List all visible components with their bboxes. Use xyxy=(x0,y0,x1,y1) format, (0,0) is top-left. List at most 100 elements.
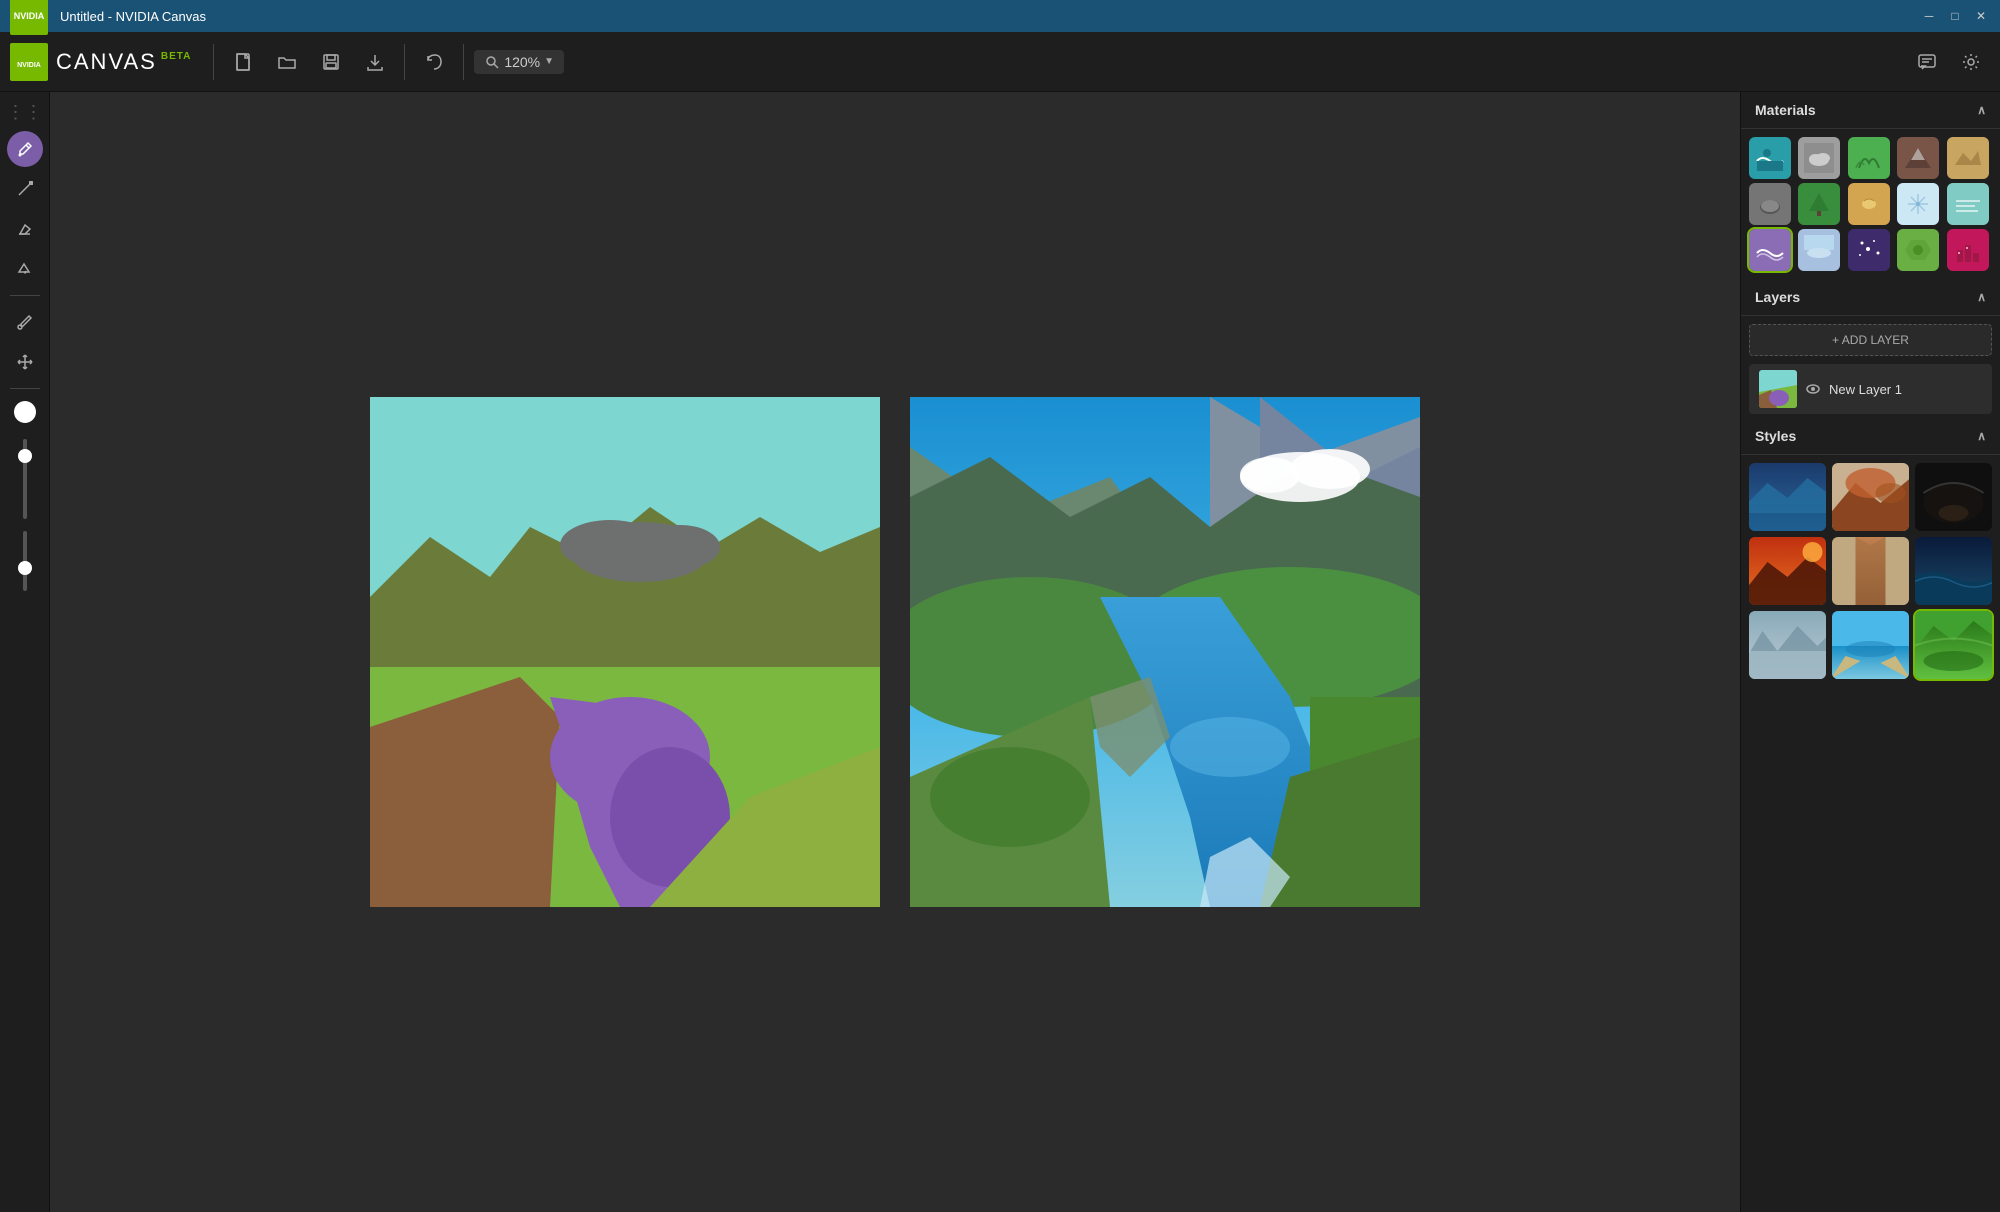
water-material-icon xyxy=(1755,143,1785,173)
style-tropical-bay[interactable] xyxy=(1832,611,1909,679)
size-slider-track[interactable] xyxy=(23,439,27,519)
title-bar: NVIDIA Untitled - NVIDIA Canvas ─ □ ✕ xyxy=(0,0,2000,32)
material-rock[interactable] xyxy=(1749,183,1791,225)
toolbar: NVIDIA CANVAS BETA xyxy=(0,32,2000,92)
canvas-area xyxy=(50,92,1740,1212)
fog-material-icon xyxy=(1953,189,1983,219)
grass-material-icon xyxy=(1854,143,1884,173)
open-button[interactable] xyxy=(268,43,306,81)
pan-tool[interactable] xyxy=(7,344,43,380)
style-mountain-blue[interactable] xyxy=(1749,463,1826,531)
brush-opacity-slider[interactable] xyxy=(23,531,27,591)
app-name: CANVAS xyxy=(56,49,157,75)
layers-chevron[interactable]: ∧ xyxy=(1977,290,1986,304)
layer-visibility-toggle-0[interactable] xyxy=(1805,381,1821,397)
nvidia-logo: NVIDIA xyxy=(10,0,48,35)
photo-canvas[interactable] xyxy=(910,397,1420,907)
styles-header: Styles ∧ xyxy=(1741,418,2000,455)
materials-chevron[interactable]: ∧ xyxy=(1977,103,1986,117)
material-grass[interactable] xyxy=(1848,137,1890,179)
left-sidebar: ⋮⋮ xyxy=(0,92,50,1212)
eraser-tool[interactable] xyxy=(7,211,43,247)
layer-item-0[interactable]: New Layer 1 xyxy=(1749,364,1992,414)
line-tool[interactable] xyxy=(7,171,43,207)
foreground-color[interactable] xyxy=(14,401,36,423)
layers-header: Layers ∧ xyxy=(1741,279,2000,316)
minimize-button[interactable]: ─ xyxy=(1920,7,1938,25)
material-plain[interactable] xyxy=(1897,229,1939,271)
nvidia-logo-toolbar: NVIDIA xyxy=(10,43,48,81)
opacity-slider-thumb[interactable] xyxy=(18,561,32,575)
styles-chevron[interactable]: ∧ xyxy=(1977,429,1986,443)
segmentation-canvas[interactable] xyxy=(370,397,880,907)
style-5-svg xyxy=(1915,537,1992,605)
material-water[interactable] xyxy=(1749,137,1791,179)
material-snow[interactable] xyxy=(1897,183,1939,225)
style-7-svg xyxy=(1832,611,1909,679)
material-mountain[interactable] xyxy=(1897,137,1939,179)
toolbar-sep-2 xyxy=(404,44,405,80)
styles-grid xyxy=(1741,455,2000,687)
style-dark-cave[interactable] xyxy=(1915,463,1992,531)
svg-text:NVIDIA: NVIDIA xyxy=(17,62,41,69)
material-desert[interactable] xyxy=(1947,137,1989,179)
chat-button[interactable] xyxy=(1908,43,1946,81)
water2-material-icon xyxy=(1755,235,1785,265)
zoom-control[interactable]: 120% ▼ xyxy=(474,50,564,74)
city-material-icon xyxy=(1953,235,1983,265)
style-2-svg xyxy=(1915,463,1992,531)
add-layer-button[interactable]: + ADD LAYER xyxy=(1749,324,1992,356)
layer-name-0: New Layer 1 xyxy=(1829,382,1902,397)
zoom-dropdown-icon: ▼ xyxy=(544,56,554,67)
style-green-valley[interactable] xyxy=(1915,611,1992,679)
export-button[interactable] xyxy=(356,43,394,81)
material-sky[interactable] xyxy=(1798,229,1840,271)
style-desert-red[interactable] xyxy=(1832,463,1909,531)
brush-tool[interactable] xyxy=(7,131,43,167)
picker-tool[interactable] xyxy=(7,304,43,340)
fill-tool[interactable] xyxy=(7,251,43,287)
window-title: Untitled - NVIDIA Canvas xyxy=(60,9,1990,24)
material-cloud[interactable] xyxy=(1798,137,1840,179)
rock-material-icon xyxy=(1755,189,1785,219)
zoom-value: 120% xyxy=(504,54,540,70)
undo-icon xyxy=(424,52,444,72)
style-rock-pillar[interactable] xyxy=(1832,537,1909,605)
material-sand[interactable] xyxy=(1848,183,1890,225)
style-4-svg xyxy=(1832,537,1909,605)
save-button[interactable] xyxy=(312,43,350,81)
new-button[interactable] xyxy=(224,43,262,81)
brush-size-slider[interactable] xyxy=(23,439,27,519)
nvidia-logo-svg: NVIDIA xyxy=(14,47,44,77)
chat-icon xyxy=(1917,52,1937,72)
desert-material-icon xyxy=(1953,143,1983,173)
material-city[interactable] xyxy=(1947,229,1989,271)
style-mountain-mist[interactable] xyxy=(1749,611,1826,679)
close-button[interactable]: ✕ xyxy=(1972,7,1990,25)
open-icon xyxy=(277,52,297,72)
right-sidebar: Materials ∧ xyxy=(1740,92,2000,1212)
opacity-slider-track[interactable] xyxy=(23,531,27,591)
style-ocean-night[interactable] xyxy=(1915,537,1992,605)
app-logo-area: NVIDIA CANVAS BETA xyxy=(10,43,191,81)
style-sunset-mountain[interactable] xyxy=(1749,537,1826,605)
plain-material-icon xyxy=(1903,235,1933,265)
settings-button[interactable] xyxy=(1952,43,1990,81)
snow-material-icon xyxy=(1903,189,1933,219)
fill-icon xyxy=(16,260,34,278)
sky-material-icon xyxy=(1804,235,1834,265)
material-stars[interactable] xyxy=(1848,229,1890,271)
maximize-button[interactable]: □ xyxy=(1946,7,1964,25)
tree-material-icon xyxy=(1804,189,1834,219)
material-fog[interactable] xyxy=(1947,183,1989,225)
style-8-svg xyxy=(1915,611,1992,679)
dots-menu[interactable]: ⋮⋮ xyxy=(7,102,43,123)
seg-canvas-svg xyxy=(370,397,880,907)
size-slider-thumb[interactable] xyxy=(18,449,32,463)
export-icon xyxy=(365,52,385,72)
material-tree[interactable] xyxy=(1798,183,1840,225)
material-water2[interactable] xyxy=(1749,229,1791,271)
undo-button[interactable] xyxy=(415,43,453,81)
beta-badge: BETA xyxy=(161,51,191,62)
eye-icon xyxy=(1805,381,1821,397)
